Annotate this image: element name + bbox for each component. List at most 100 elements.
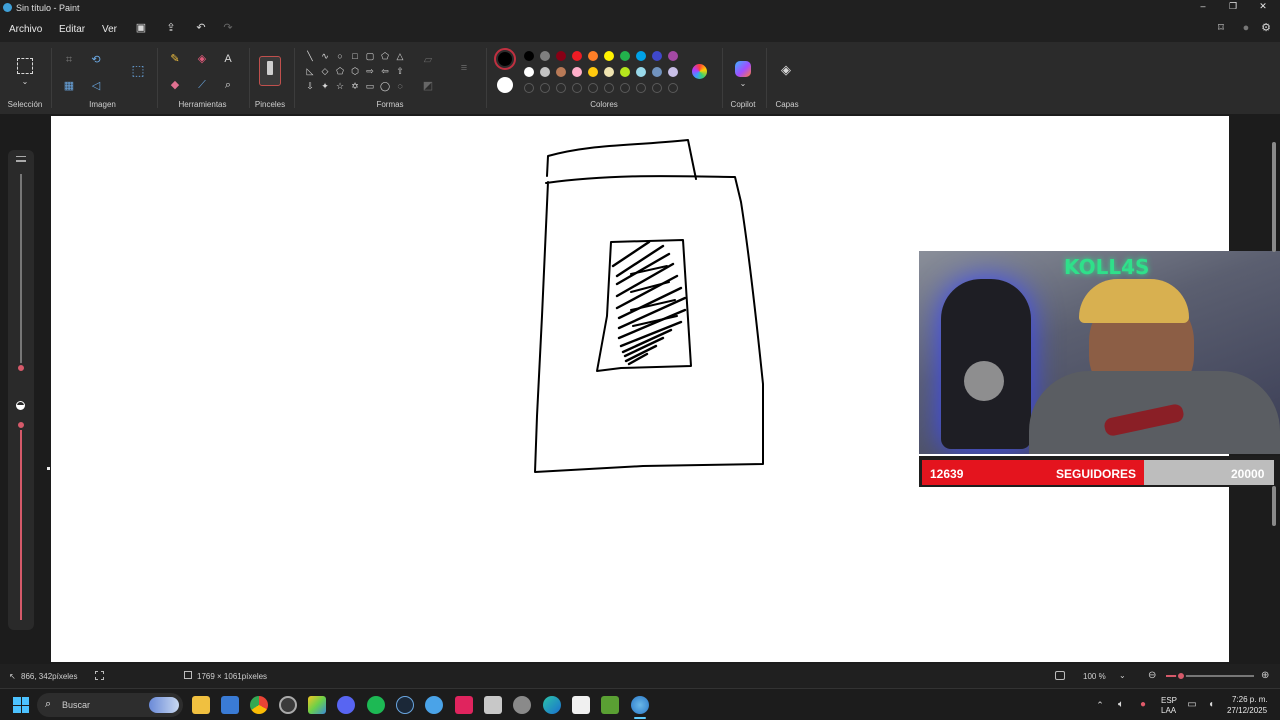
color-swatch[interactable] [588, 51, 598, 61]
clock-date[interactable]: 27/12/2025 [1227, 706, 1267, 715]
file-explorer-icon[interactable] [192, 696, 210, 714]
pentagon-shape-icon[interactable]: ⬠ [334, 65, 346, 77]
notepad-icon[interactable] [484, 696, 502, 714]
star6-shape-icon[interactable]: ✡ [349, 80, 361, 92]
spotify-icon[interactable] [367, 696, 385, 714]
settings-icon[interactable]: ⚙ [1260, 22, 1272, 34]
language-line2[interactable]: LAA [1161, 706, 1176, 715]
language-line1[interactable]: ESP [1161, 696, 1177, 705]
custom-color-slot[interactable] [636, 83, 646, 93]
feedback-icon[interactable]: ⌑ [1215, 22, 1227, 34]
chevron-down-icon[interactable]: ⌄ [19, 76, 31, 88]
fill-icon[interactable]: ◈ [196, 53, 208, 65]
zoom-in-icon[interactable]: ⊕ [1261, 670, 1269, 681]
chevron-up-icon[interactable]: ⌃ [1094, 699, 1106, 711]
arrow-right-shape-icon[interactable]: ⇨ [364, 65, 376, 77]
tiktok-icon[interactable] [455, 696, 473, 714]
minecraft-icon[interactable] [601, 696, 619, 714]
custom-color-slot[interactable] [572, 83, 582, 93]
shapes-gallery[interactable]: ╲ ∿ ○ □ ▢ ⬠ △ ◺ ◇ ⬠ ⬡ ⇨ ⇦ ⇧ ⇩ ✦ ☆ ✡ ▭ ◯ … [300, 48, 412, 98]
custom-color-slot[interactable] [604, 83, 614, 93]
callout-rect-shape-icon[interactable]: ▭ [364, 80, 376, 92]
chevron-down-icon[interactable]: ⌄ [737, 78, 749, 90]
menu-view[interactable]: Ver [102, 24, 117, 35]
zoom-level[interactable]: 100 % [1083, 672, 1106, 681]
color-swatch[interactable] [556, 67, 566, 77]
resize-icon[interactable]: ▦ [63, 80, 75, 92]
settings-taskbar-icon[interactable] [513, 696, 531, 714]
edge-icon[interactable] [543, 696, 561, 714]
start-windows-icon[interactable] [13, 697, 29, 713]
app-icon-blue[interactable] [425, 696, 443, 714]
discord-icon[interactable] [337, 696, 355, 714]
image-select-icon[interactable]: ⬚ [130, 63, 146, 77]
capcut-icon[interactable] [572, 696, 590, 714]
custom-color-slot[interactable] [556, 83, 566, 93]
chrome-icon[interactable] [250, 696, 268, 714]
shape-outline-icon[interactable]: ▱ [422, 54, 434, 66]
store-icon[interactable] [221, 696, 239, 714]
menu-file[interactable]: Archivo [9, 24, 42, 35]
clock-time[interactable]: 7:26 p. m. [1232, 695, 1268, 704]
color-swatch[interactable] [524, 67, 534, 77]
search-box[interactable]: ⌕ Buscar [37, 693, 183, 717]
steam-icon[interactable] [396, 696, 414, 714]
shape-fill-icon[interactable]: ◩ [422, 80, 434, 92]
diamond-shape-icon[interactable]: ◇ [319, 65, 331, 77]
color-swatch[interactable] [604, 67, 614, 77]
color-swatch[interactable] [588, 67, 598, 77]
resize-handle[interactable] [47, 467, 50, 470]
custom-color-slot[interactable] [668, 83, 678, 93]
selection-tool[interactable] [17, 58, 33, 74]
color-swatch[interactable] [540, 67, 550, 77]
eraser-icon[interactable]: ◆ [169, 79, 181, 91]
obs-icon[interactable] [279, 696, 297, 714]
custom-color-slot[interactable] [620, 83, 630, 93]
custom-color-slot[interactable] [524, 83, 534, 93]
fit-to-window-icon[interactable] [1055, 671, 1065, 680]
opacity-thumb[interactable] [16, 420, 26, 430]
rounded-rect-shape-icon[interactable]: ▢ [364, 50, 376, 62]
opacity-slider[interactable] [20, 430, 22, 620]
shape-size-icon[interactable]: ≡ [457, 62, 471, 74]
brush-size-thumb[interactable] [16, 363, 26, 373]
color-swatch[interactable] [540, 51, 550, 61]
arrow-down-shape-icon[interactable]: ⇩ [304, 80, 316, 92]
zoom-slider[interactable] [1166, 671, 1254, 681]
callout-oval-shape-icon[interactable]: ◯ [379, 80, 391, 92]
network-volume-icon[interactable]: ◖ [1205, 699, 1217, 711]
custom-color-slot[interactable] [652, 83, 662, 93]
vertical-scrollbar[interactable] [1272, 142, 1276, 252]
maximize-button[interactable]: ❐ [1226, 1, 1240, 12]
color-swatch[interactable] [652, 67, 662, 77]
color-swatch[interactable] [652, 51, 662, 61]
brush-size-slider[interactable] [20, 174, 22, 372]
menu-edit[interactable]: Editar [59, 24, 85, 35]
chevron-down-icon[interactable]: ⌄ [1119, 671, 1126, 680]
microphone-icon[interactable]: ● [1137, 699, 1149, 711]
share-icon[interactable]: ⇪ [165, 22, 177, 34]
right-triangle-shape-icon[interactable]: ◺ [304, 65, 316, 77]
color-swatch[interactable] [636, 67, 646, 77]
rectangle-shape-icon[interactable]: □ [349, 50, 361, 62]
color-swatch[interactable] [524, 51, 534, 61]
crop-icon[interactable]: ⌗ [63, 54, 75, 66]
account-icon[interactable]: ● [1240, 22, 1252, 34]
pencil-icon[interactable]: ✎ [169, 53, 181, 65]
bluestacks-icon[interactable] [308, 696, 326, 714]
color-swatch[interactable] [636, 51, 646, 61]
color-swatch[interactable] [604, 51, 614, 61]
copilot-icon[interactable] [735, 61, 751, 77]
color-swatch[interactable] [572, 67, 582, 77]
callout-cloud-shape-icon[interactable]: ◌ [394, 80, 406, 92]
edit-colors-icon[interactable] [692, 64, 707, 79]
vertical-scrollbar-lower[interactable] [1272, 486, 1276, 526]
minimize-button[interactable]: – [1196, 1, 1210, 11]
brush-button[interactable] [259, 56, 281, 86]
hexagon-shape-icon[interactable]: ⬡ [349, 65, 361, 77]
oval-shape-icon[interactable]: ○ [334, 50, 346, 62]
paint-taskbar-icon[interactable] [631, 696, 649, 714]
custom-color-slot[interactable] [588, 83, 598, 93]
star4-shape-icon[interactable]: ✦ [319, 80, 331, 92]
magnifier-icon[interactable]: ⌕ [222, 79, 234, 91]
